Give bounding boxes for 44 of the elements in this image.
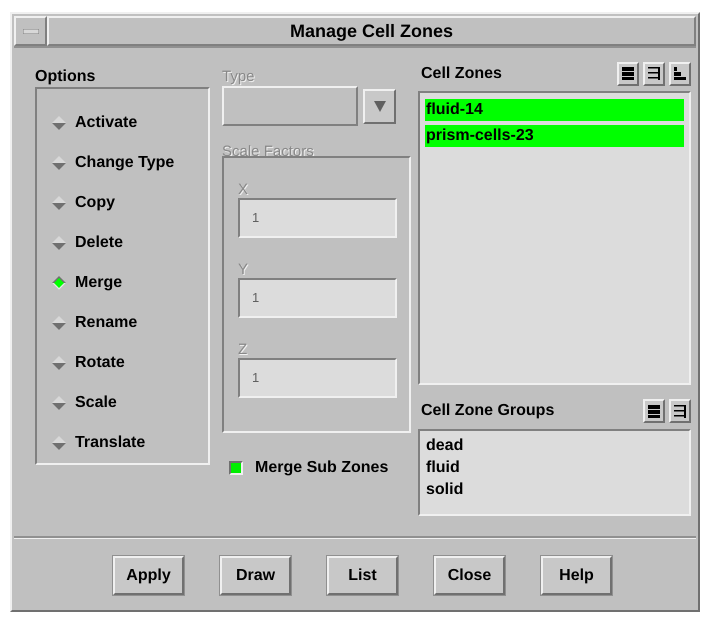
radio-option[interactable]: Translate <box>51 423 208 463</box>
axis-label: Z <box>238 340 248 360</box>
list-item[interactable]: dead <box>425 434 684 457</box>
lines-icon <box>673 404 687 419</box>
list-item[interactable]: solid <box>425 478 684 501</box>
filled-lines-icon <box>621 66 635 82</box>
dialog-button[interactable]: List <box>327 556 398 595</box>
radio-option[interactable]: Scale <box>51 383 208 423</box>
select-all-button[interactable] <box>643 399 665 424</box>
radio-option[interactable]: Rename <box>51 303 208 343</box>
window-title: Manage Cell Zones <box>290 20 454 43</box>
axis-label: X <box>238 180 250 200</box>
cell-zones-label: Cell Zones <box>421 64 503 84</box>
radio-option[interactable]: Copy <box>51 183 208 223</box>
sort-button[interactable] <box>669 62 691 86</box>
list-item[interactable]: prism-cells-23 <box>425 124 684 147</box>
dialog-button[interactable]: Draw <box>220 556 291 595</box>
radio-option[interactable]: Change Type <box>51 143 208 183</box>
lines-icon <box>647 66 661 82</box>
radio-option[interactable]: Delete <box>51 223 208 263</box>
list-item[interactable]: fluid <box>425 456 684 479</box>
window-menu-button[interactable] <box>14 16 47 46</box>
radio-option[interactable]: Activate <box>51 103 208 143</box>
caret-icon <box>372 99 386 113</box>
steps-icon <box>673 66 687 82</box>
checkbox[interactable] <box>229 461 243 475</box>
deselect-all-button[interactable] <box>643 62 665 86</box>
list-item[interactable]: fluid-14 <box>425 98 684 121</box>
radio-option[interactable]: Rotate <box>51 343 208 383</box>
axis-label: Y <box>238 260 250 280</box>
options-label: Options <box>35 67 96 87</box>
minus-icon <box>22 28 38 34</box>
dialog-button[interactable]: Apply <box>113 556 184 595</box>
select-all-button[interactable] <box>617 62 639 86</box>
filled-lines-icon <box>647 404 661 419</box>
dialog-button[interactable]: Close <box>434 556 505 595</box>
scale-factors-label: Scale Factors <box>222 142 315 162</box>
radio-option[interactable]: Merge <box>51 263 208 303</box>
cell-zone-groups-label: Cell Zone Groups <box>421 401 556 422</box>
merge-sub-zones-label: Merge Sub Zones <box>255 458 388 478</box>
dropdown-button[interactable] <box>363 88 396 124</box>
type-field[interactable] <box>222 86 358 126</box>
dialog-button[interactable]: Help <box>541 556 612 595</box>
deselect-all-button[interactable] <box>669 399 691 424</box>
